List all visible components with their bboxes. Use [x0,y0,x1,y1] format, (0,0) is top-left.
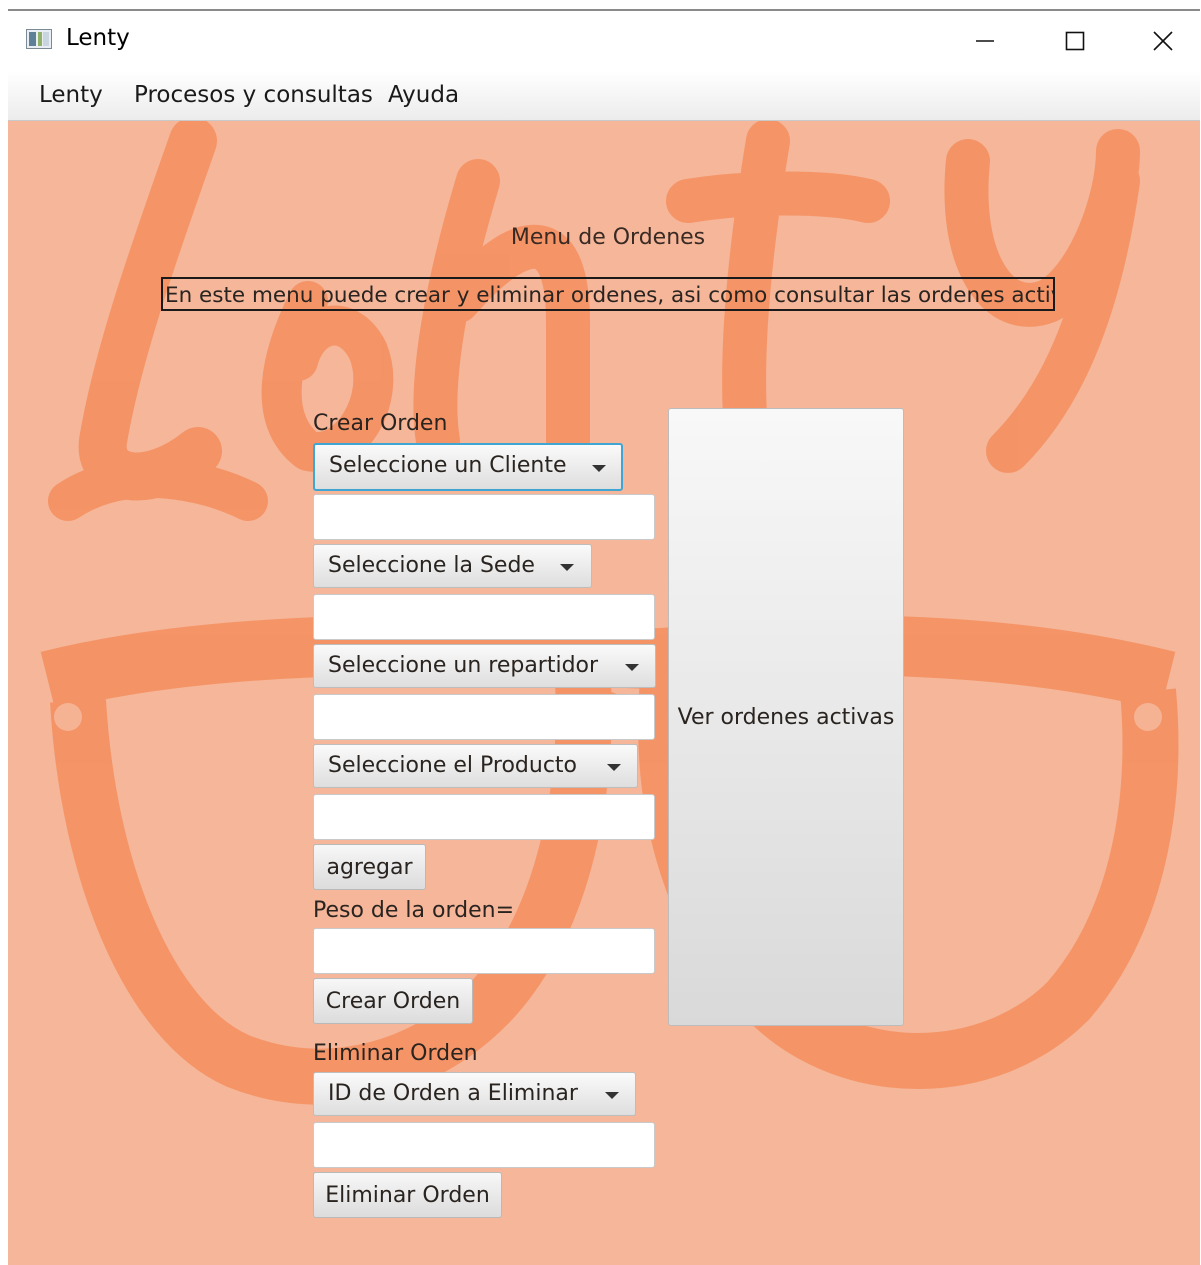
producto-combobox[interactable]: Seleccione el Producto [313,744,638,788]
minimize-button[interactable] [940,11,1030,71]
delete-id-combobox[interactable]: ID de Orden a Eliminar [313,1072,636,1116]
menu-lenty[interactable]: Lenty [39,82,103,108]
chevron-down-icon [560,564,574,571]
minimize-icon [976,40,994,42]
chevron-down-icon [607,764,621,771]
chevron-down-icon [625,664,639,671]
window-title: Lenty [66,25,130,51]
eliminar-orden-button[interactable]: Eliminar Orden [313,1172,502,1218]
delete-id-field[interactable] [313,1122,655,1168]
maximize-icon [1065,31,1085,51]
menu-ayuda[interactable]: Ayuda [388,82,459,108]
client-field[interactable] [313,494,655,540]
repartidor-field[interactable] [313,694,655,740]
producto-field[interactable] [313,794,655,840]
ver-ordenes-activas-button[interactable]: Ver ordenes activas [668,408,904,1026]
crear-orden-button[interactable]: Crear Orden [313,978,473,1024]
sede-combobox[interactable]: Seleccione la Sede [313,544,592,588]
agregar-button[interactable]: agregar [313,844,426,890]
chevron-down-icon [605,1092,619,1099]
app-window-icon [26,29,52,49]
title-bar[interactable]: Lenty [8,11,1200,71]
client-combobox-text: Seleccione un Cliente [329,453,567,478]
maximize-button[interactable] [1030,11,1120,71]
menu-bar: Lenty Procesos y consultas Ayuda [8,71,1200,121]
sede-field[interactable] [313,594,655,640]
peso-orden-field[interactable] [313,928,655,974]
chevron-down-icon [592,465,606,472]
content-area: Menu de Ordenes En este menu puede crear… [8,121,1200,1265]
page-heading: Menu de Ordenes [510,225,706,250]
delete-id-combobox-text: ID de Orden a Eliminar [328,1081,578,1106]
page-description: En este menu puede crear y eliminar orde… [161,277,1055,311]
producto-combobox-text: Seleccione el Producto [328,753,578,778]
repartidor-combobox-text: Seleccione un repartidor [328,653,599,678]
client-combobox[interactable]: Seleccione un Cliente [313,443,623,491]
peso-orden-label: Peso de la orden= [313,898,515,923]
sede-combobox-text: Seleccione la Sede [328,553,535,578]
crear-orden-label: Crear Orden [313,411,448,436]
eliminar-orden-label: Eliminar Orden [313,1041,478,1066]
close-button[interactable] [1118,11,1201,71]
repartidor-combobox[interactable]: Seleccione un repartidor [313,644,656,688]
menu-procesos-consultas[interactable]: Procesos y consultas [134,82,373,108]
close-icon [1153,31,1173,51]
